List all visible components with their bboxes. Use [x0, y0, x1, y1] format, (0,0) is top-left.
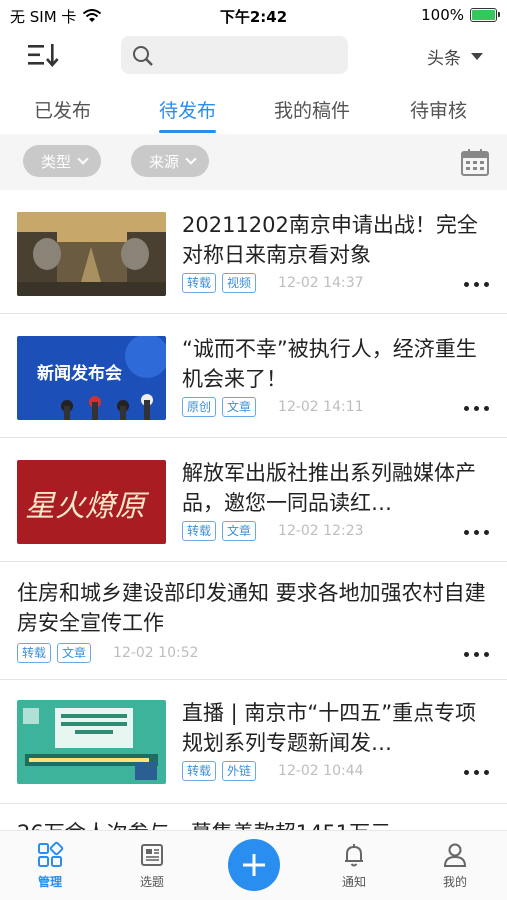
filter-bar: 类型 来源: [0, 134, 507, 190]
article-title: 直播 | 南京市“十四五”重点专项规划系列专题新闻发…: [182, 701, 477, 755]
battery-icon: [470, 8, 500, 22]
tab-published[interactable]: 已发布: [34, 96, 91, 123]
article-tag: 文章: [222, 521, 257, 541]
type-filter-label: 类型: [41, 152, 72, 171]
more-options-icon[interactable]: [464, 282, 489, 287]
article-date: 12-02 14:11: [278, 399, 364, 415]
chevron-down-icon: [185, 153, 197, 165]
calendar-icon[interactable]: [459, 146, 491, 178]
nav-notifications-label: 通知: [341, 875, 366, 889]
article-title: 20211202南京申请出战！完全对称日来南京看对象: [182, 213, 478, 267]
newspaper-icon: [141, 844, 163, 866]
article-list: 20211202南京申请出战！完全对称日来南京看对象 转载 视频 12-02 1…: [0, 190, 507, 830]
article-date: 12-02 10:44: [278, 763, 364, 779]
search-icon: [133, 46, 153, 66]
search-input[interactable]: [161, 36, 341, 74]
article-thumbnail: [17, 212, 166, 296]
add-button[interactable]: [228, 839, 280, 891]
article-title: 解放军出版社推出系列融媒体产品，邀您一同品读红…: [182, 461, 476, 515]
article-meta: 转载 文章 12-02 10:52: [17, 643, 199, 663]
grid-icon: [38, 841, 64, 867]
article-title: 26万余人次参与，募集善款超1451万元: [17, 818, 487, 830]
thumbnail-text: 星火燎原: [25, 489, 150, 524]
type-filter-button[interactable]: 类型: [23, 145, 102, 177]
tab-bar: 已发布 待发布 我的稿件 待审核: [0, 88, 507, 133]
article-tag: 视频: [222, 273, 257, 293]
article-date: 12-02 14:37: [278, 275, 364, 291]
source-filter-label: 来源: [149, 152, 180, 171]
search-box[interactable]: [121, 36, 348, 74]
article-item[interactable]: 26万余人次参与，募集善款超1451万元: [0, 804, 507, 830]
article-tag: 转载: [17, 643, 52, 663]
nav-topics-label: 选题: [139, 875, 164, 889]
article-tag: 转载: [182, 521, 217, 541]
more-options-icon[interactable]: [464, 652, 489, 657]
tab-review[interactable]: 待审核: [410, 96, 467, 123]
nav-profile[interactable]: 我的: [425, 841, 485, 890]
sort-menu-icon[interactable]: [26, 40, 62, 70]
status-bar: 无 SIM 卡 下午2:42 100%: [0, 0, 507, 30]
tab-my-drafts[interactable]: 我的稿件: [274, 96, 350, 123]
more-options-icon[interactable]: [464, 406, 489, 411]
nav-notifications[interactable]: 通知: [324, 841, 384, 890]
plus-icon: [243, 854, 265, 876]
bell-icon: [345, 844, 363, 867]
more-options-icon[interactable]: [464, 530, 489, 535]
article-tag: 转载: [182, 273, 217, 293]
article-thumbnail: 新闻发布会: [17, 336, 166, 420]
thumbnail-text: 新闻发布会: [37, 363, 122, 384]
article-item[interactable]: 星火燎原 解放军出版社推出系列融媒体产品，邀您一同品读红… 转载 文章 12-0…: [0, 438, 507, 562]
more-options-icon[interactable]: [464, 770, 489, 775]
nav-topics[interactable]: 选题: [122, 841, 182, 890]
article-item[interactable]: 直播 | 南京市“十四五”重点专项规划系列专题新闻发… 转载 外链 12-02 …: [0, 680, 507, 804]
channel-label: 头条: [427, 49, 461, 69]
article-meta: 转载 文章 12-02 12:23: [182, 521, 364, 541]
nav-manage[interactable]: 管理: [20, 841, 80, 890]
article-item[interactable]: 20211202南京申请出战！完全对称日来南京看对象 转载 视频 12-02 1…: [0, 190, 507, 314]
source-filter-button[interactable]: 来源: [131, 145, 210, 177]
article-tag: 转载: [182, 761, 217, 781]
chevron-down-icon: [77, 153, 89, 165]
nav-manage-label: 管理: [37, 875, 62, 889]
tab-pending[interactable]: 待发布: [159, 96, 217, 133]
article-date: 12-02 10:52: [113, 645, 199, 661]
article-tag: 原创: [182, 397, 217, 417]
article-title: “诚而不幸”被执行人，经济重生机会来了！: [182, 337, 477, 391]
nav-profile-label: 我的: [442, 875, 467, 889]
article-thumbnail: 星火燎原: [17, 460, 166, 544]
battery-percent: 100%: [421, 6, 464, 24]
status-right: 100%: [421, 6, 500, 24]
article-meta: 转载 视频 12-02 14:37: [182, 273, 364, 293]
article-item[interactable]: 住房和城乡建设部印发通知 要求各地加强农村自建房安全宣传工作 转载 文章 12-…: [0, 562, 507, 680]
header: 头条: [0, 30, 507, 82]
article-tag: 文章: [222, 397, 257, 417]
article-meta: 原创 文章 12-02 14:11: [182, 397, 364, 417]
caret-down-icon: [471, 53, 483, 60]
article-item[interactable]: 新闻发布会 “诚而不幸”被执行人，经济重生机会来了！ 原创 文章 12-02 1…: [0, 314, 507, 438]
bottom-nav: 管理 选题 通知 我的: [0, 830, 507, 900]
article-tag: 外链: [222, 761, 257, 781]
article-title: 住房和城乡建设部印发通知 要求各地加强农村自建房安全宣传工作: [17, 581, 486, 635]
article-date: 12-02 12:23: [278, 523, 364, 539]
channel-selector[interactable]: 头条: [427, 44, 483, 69]
article-tag: 文章: [57, 643, 92, 663]
article-meta: 转载 外链 12-02 10:44: [182, 761, 364, 781]
user-icon: [443, 843, 467, 867]
article-thumbnail: [17, 700, 166, 784]
